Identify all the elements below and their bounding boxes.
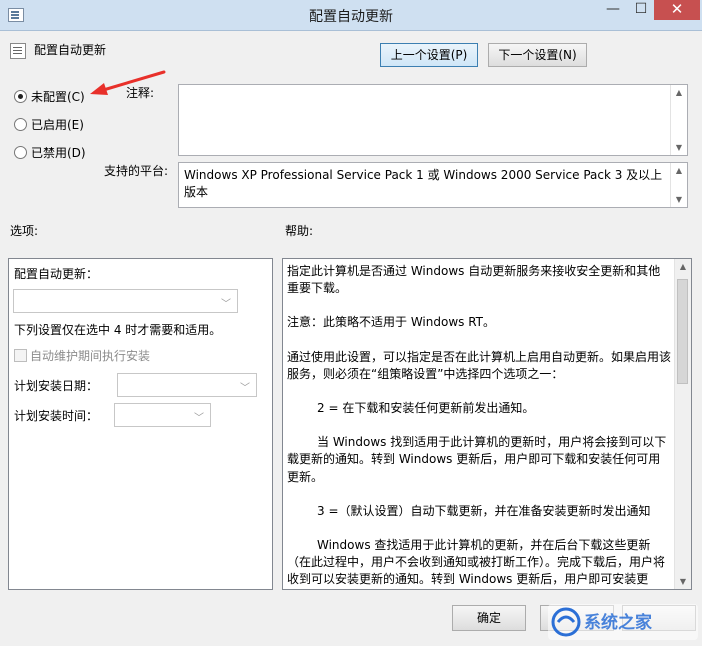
svg-text:系统之家: 系统之家: [584, 612, 652, 633]
comment-textarea[interactable]: ▲ ▼: [178, 84, 688, 156]
maintenance-checkbox-label: 自动维护期间执行安装: [30, 349, 151, 363]
scroll-down-icon[interactable]: ▼: [671, 192, 687, 207]
radio-enabled-label: 已启用(E): [31, 118, 84, 132]
close-button[interactable]: ✕: [654, 0, 700, 20]
ok-button[interactable]: 确定: [452, 605, 526, 631]
window-title: 配置自动更新: [309, 9, 393, 25]
minimize-button[interactable]: —: [598, 0, 628, 20]
chevron-down-icon: ﹀: [194, 413, 204, 424]
chevron-down-icon: ﹀: [221, 299, 231, 310]
options-panel: 配置自动更新： ﹀ 下列设置仅在选中 4 时才需要和适用。 自动维护期间执行安装…: [8, 258, 273, 590]
help-paragraph: 2 = 在下载和安装任何更新前发出通知。: [317, 401, 535, 416]
help-panel: 指定此计算机是否通过 Windows 自动更新服务来接收安全更新和其他重要下载。…: [282, 258, 692, 590]
watermark-logo: 系统之家: [548, 604, 698, 640]
scroll-up-icon[interactable]: ▲: [675, 259, 691, 274]
comment-value: [179, 85, 687, 91]
install-day-dropdown[interactable]: ﹀: [117, 373, 257, 397]
scroll-up-icon[interactable]: ▲: [671, 85, 687, 100]
radio-disabled-indicator[interactable]: [14, 146, 27, 159]
policy-name: 配置自动更新: [34, 43, 107, 57]
help-paragraph: Windows 查找适用于此计算机的更新，并在后台下载这些更新（在此过程中，用户…: [287, 538, 666, 587]
comment-scrollbar[interactable]: ▲ ▼: [670, 85, 687, 155]
install-time-label: 计划安装时间：: [14, 409, 99, 423]
help-paragraph: 指定此计算机是否通过 Windows 自动更新服务来接收安全更新和其他重要下载。: [287, 264, 661, 296]
title-bar: 配置自动更新 — ☐ ✕: [0, 0, 702, 31]
help-paragraph: 注意：此策略不适用于 Windows RT。: [287, 315, 495, 330]
radio-not-configured-indicator[interactable]: [14, 90, 27, 103]
scroll-down-icon[interactable]: ▼: [671, 140, 687, 155]
platform-label: 支持的平台:: [104, 164, 169, 178]
radio-enabled-indicator[interactable]: [14, 118, 27, 131]
help-text: 指定此计算机是否通过 Windows 自动更新服务来接收安全更新和其他重要下载。…: [287, 263, 672, 589]
radio-disabled-label: 已禁用(D): [31, 146, 86, 160]
policy-icon: [10, 43, 26, 59]
radio-not-configured-label: 未配置(C): [31, 90, 85, 104]
options-note: 下列设置仅在选中 4 时才需要和适用。: [14, 323, 222, 337]
platform-box: Windows XP Professional Service Pack 1 或…: [178, 162, 688, 208]
help-paragraph: 当 Windows 找到适用于此计算机的更新时，用户将会接到可以下载更新的通知。…: [287, 435, 667, 484]
help-paragraph: 通过使用此设置，可以指定是否在此计算机上启用自动更新。如果启用该服务，则必须在“…: [287, 349, 672, 381]
maintenance-checkbox-row[interactable]: 自动维护期间执行安装: [14, 347, 254, 363]
help-paragraph: 3 =（默认设置）自动下载更新，并在准备安装更新时发出通知: [317, 503, 651, 518]
install-time-dropdown[interactable]: ﹀: [114, 403, 211, 427]
help-scrollbar[interactable]: ▲ ▼: [674, 259, 691, 589]
help-heading: 帮助:: [285, 224, 314, 238]
maintenance-checkbox[interactable]: [14, 349, 27, 362]
maximize-button[interactable]: ☐: [626, 0, 656, 20]
options-heading: 选项:: [10, 224, 39, 238]
platform-value: Windows XP Professional Service Pack 1 或…: [184, 168, 663, 199]
configure-label: 配置自动更新：: [14, 267, 99, 281]
scroll-down-icon[interactable]: ▼: [675, 574, 691, 589]
help-scroll-thumb[interactable]: [677, 279, 688, 384]
configure-dropdown[interactable]: ﹀: [13, 289, 238, 313]
next-setting-button[interactable]: 下一个设置(N): [488, 43, 587, 67]
platform-scrollbar[interactable]: ▲ ▼: [670, 163, 687, 207]
scroll-up-icon[interactable]: ▲: [671, 163, 687, 178]
install-day-label: 计划安装日期：: [14, 379, 99, 393]
chevron-down-icon: ﹀: [240, 383, 250, 394]
prev-setting-button[interactable]: 上一个设置(P): [380, 43, 478, 67]
annotation-arrow-icon: [90, 70, 166, 95]
